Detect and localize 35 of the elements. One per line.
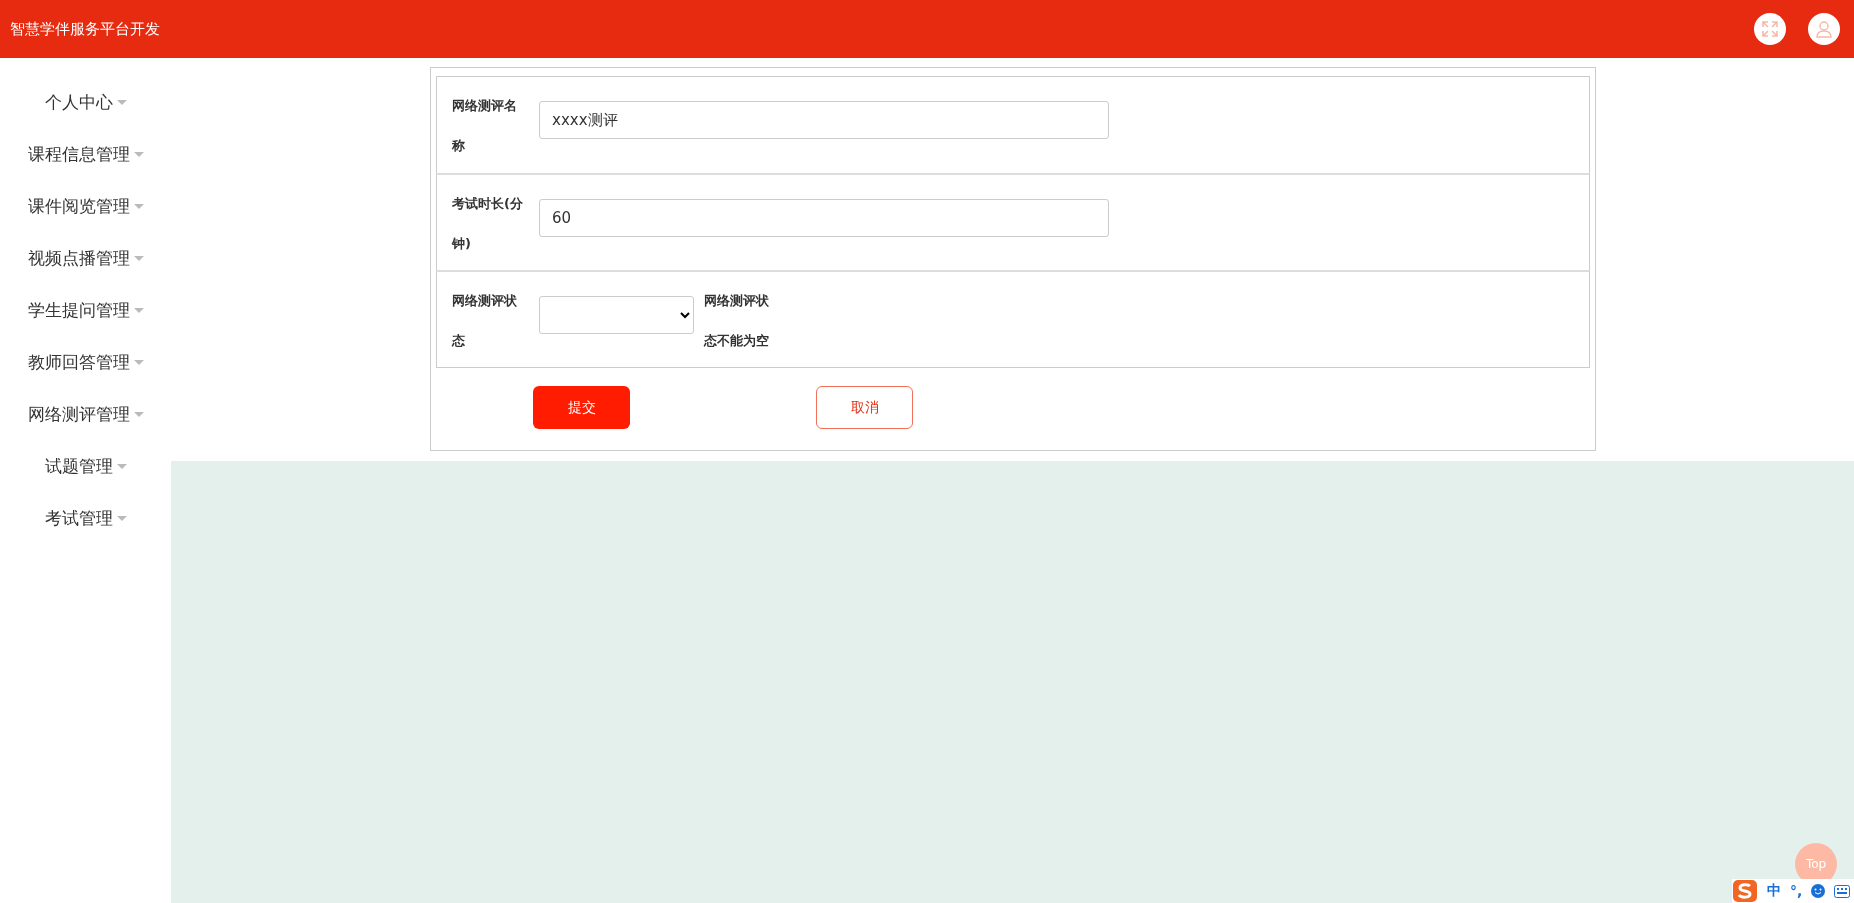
sidebar-item[interactable]: 教师回答管理 — [27, 336, 144, 388]
cancel-button[interactable]: 取消 — [816, 386, 913, 429]
caret-icon — [133, 359, 144, 365]
user-button[interactable] — [1808, 13, 1840, 45]
sidebar-item[interactable]: 学生提问管理 — [27, 284, 144, 336]
caret-icon — [116, 99, 127, 105]
caret-icon — [133, 307, 144, 313]
caret-icon — [133, 255, 144, 261]
sidebar-item[interactable]: 试题管理 — [44, 440, 127, 492]
caret-icon — [116, 463, 127, 469]
keyboard-icon[interactable] — [1834, 884, 1851, 898]
field-label: 网络测评名称 — [452, 97, 518, 155]
smiley-icon[interactable] — [1811, 884, 1826, 898]
caret-icon — [116, 515, 127, 521]
sidebar-item[interactable]: 课程信息管理 — [27, 128, 144, 180]
expand-icon — [1761, 20, 1779, 38]
sidebar-item[interactable]: 课件阅览管理 — [27, 180, 144, 232]
input-field[interactable]: xxxx测评 — [539, 101, 1109, 139]
field-label: 考试时长(分钟) — [452, 195, 524, 253]
input-field[interactable]: 60 — [539, 199, 1109, 237]
site-title: 智慧学伴服务平台开发 — [10, 19, 160, 39]
caret-icon — [133, 151, 144, 157]
sidebar-item[interactable]: 考试管理 — [44, 492, 127, 544]
caret-icon — [133, 203, 144, 209]
sidebar-item[interactable]: 视频点播管理 — [27, 232, 144, 284]
sidebar-item[interactable]: 个人中心 — [44, 76, 127, 128]
ime-punctuation[interactable]: °, — [1790, 883, 1803, 899]
field-label: 网络测评状态 — [452, 292, 518, 350]
user-icon — [1815, 20, 1833, 38]
ime-mode[interactable]: 中 — [1767, 882, 1781, 900]
fullscreen-button[interactable] — [1754, 13, 1786, 45]
submit-button[interactable]: 提交 — [533, 386, 630, 429]
sidebar-item[interactable]: 网络测评管理 — [27, 388, 144, 440]
error-message: 网络测评状态不能为空 — [704, 292, 770, 350]
caret-icon — [133, 411, 144, 417]
